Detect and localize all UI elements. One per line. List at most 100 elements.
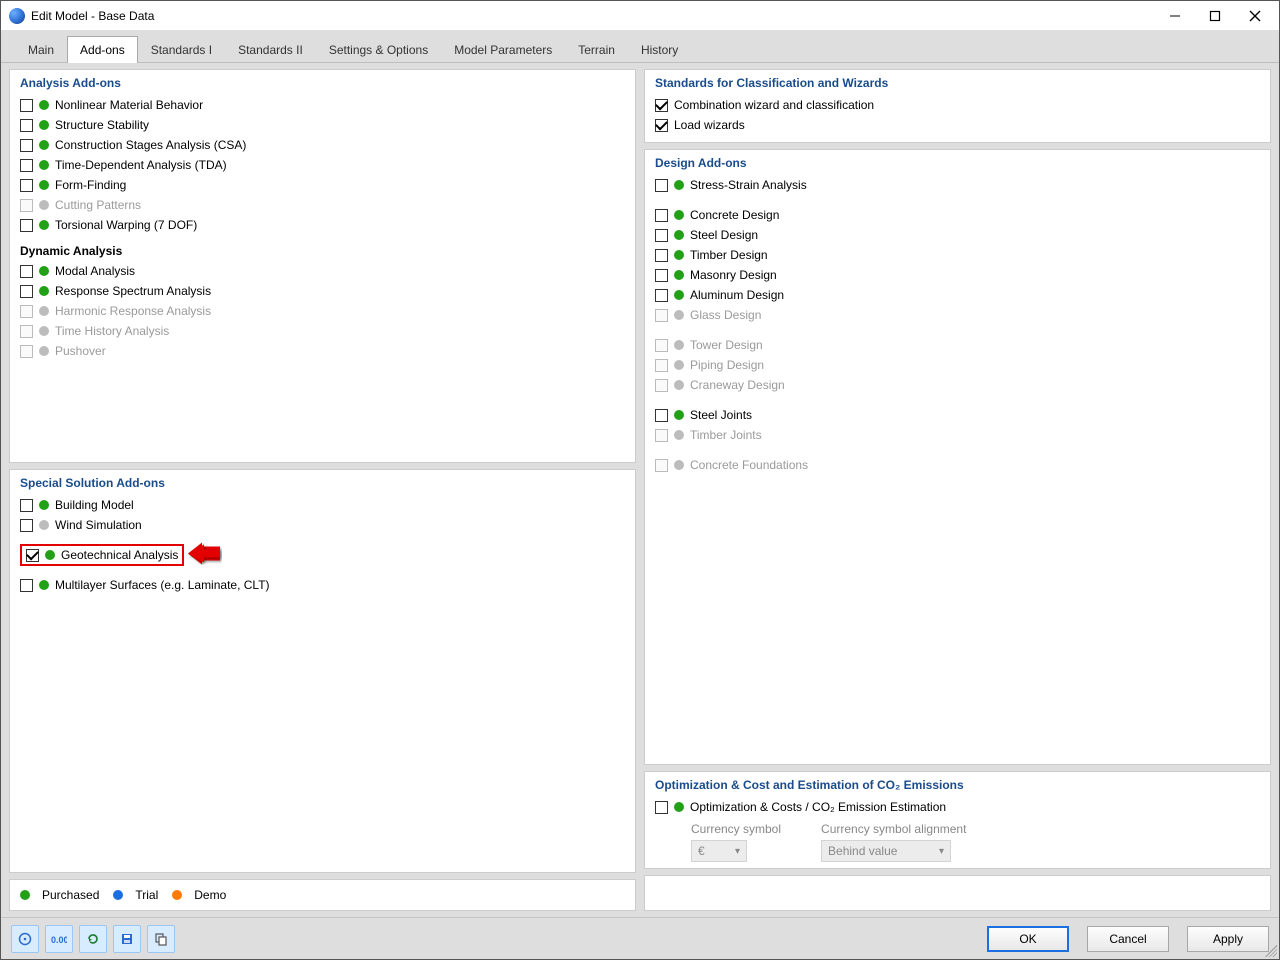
- addon-row: Steel Joints: [655, 406, 1260, 424]
- status-dot-icon: [39, 180, 49, 190]
- checkbox[interactable]: [655, 179, 668, 192]
- status-dot-icon: [674, 250, 684, 260]
- checkbox[interactable]: [26, 549, 39, 562]
- addon-row: Form-Finding: [20, 176, 625, 194]
- checkbox[interactable]: [20, 179, 33, 192]
- status-dot-icon: [674, 380, 684, 390]
- checkbox[interactable]: [655, 119, 668, 132]
- checkbox: [655, 339, 668, 352]
- tab-standards-i[interactable]: Standards I: [138, 36, 225, 63]
- checkbox[interactable]: [655, 249, 668, 262]
- checkbox[interactable]: [655, 209, 668, 222]
- addon-label: Cutting Patterns: [55, 198, 141, 212]
- arrow-annotation-icon: [188, 543, 222, 568]
- checkbox: [20, 199, 33, 212]
- checkbox[interactable]: [20, 579, 33, 592]
- app-icon: [9, 8, 25, 24]
- addon-row-geotechnical: Geotechnical Analysis: [20, 546, 625, 564]
- analysis-addons-title: Analysis Add-ons: [20, 76, 625, 90]
- checkbox[interactable]: [20, 499, 33, 512]
- checkbox[interactable]: [655, 409, 668, 422]
- addon-label: Tower Design: [690, 338, 763, 352]
- tab-main[interactable]: Main: [15, 36, 67, 63]
- cancel-button[interactable]: Cancel: [1087, 926, 1169, 952]
- addon-label: Timber Design: [690, 248, 768, 262]
- checkbox[interactable]: [20, 519, 33, 532]
- status-dot-icon: [39, 200, 49, 210]
- refresh-button[interactable]: [79, 925, 107, 953]
- addon-row: Modal Analysis: [20, 262, 625, 280]
- standards-title: Standards for Classification and Wizards: [655, 76, 1260, 90]
- addon-row: Response Spectrum Analysis: [20, 282, 625, 300]
- addon-row: Optimization & Costs / CO₂ Emission Esti…: [655, 798, 1260, 816]
- chevron-down-icon: ▾: [939, 846, 944, 857]
- checkbox[interactable]: [20, 219, 33, 232]
- status-dot-icon: [39, 286, 49, 296]
- checkbox: [20, 345, 33, 358]
- status-dot-icon: [39, 346, 49, 356]
- tab-standards-ii[interactable]: Standards II: [225, 36, 316, 63]
- status-dot-icon: [674, 310, 684, 320]
- status-dot-icon: [39, 306, 49, 316]
- checkbox[interactable]: [20, 119, 33, 132]
- checkbox: [655, 309, 668, 322]
- close-button[interactable]: [1235, 2, 1275, 30]
- apply-button[interactable]: Apply: [1187, 926, 1269, 952]
- addon-row: Wind Simulation: [20, 516, 625, 534]
- checkbox[interactable]: [655, 289, 668, 302]
- minimize-button[interactable]: [1155, 2, 1195, 30]
- checkbox[interactable]: [655, 99, 668, 112]
- checkbox[interactable]: [655, 229, 668, 242]
- addon-label: Building Model: [55, 498, 134, 512]
- addon-label: Time-Dependent Analysis (TDA): [55, 158, 227, 172]
- checkbox[interactable]: [20, 159, 33, 172]
- tab-model-parameters[interactable]: Model Parameters: [441, 36, 565, 63]
- resize-grip-icon[interactable]: [1265, 945, 1277, 957]
- copy-button[interactable]: [147, 925, 175, 953]
- addon-row: Stress-Strain Analysis: [655, 176, 1260, 194]
- checkbox[interactable]: [655, 269, 668, 282]
- select-value: €: [698, 844, 705, 858]
- select-value: Behind value: [828, 844, 897, 858]
- tab-addons[interactable]: Add-ons: [67, 36, 138, 63]
- checkbox[interactable]: [20, 139, 33, 152]
- checkbox[interactable]: [20, 99, 33, 112]
- tab-settings-options[interactable]: Settings & Options: [316, 36, 441, 63]
- status-dot-icon: [674, 410, 684, 420]
- checkbox[interactable]: [20, 265, 33, 278]
- ok-button[interactable]: OK: [987, 926, 1069, 952]
- highlight-annotation: Geotechnical Analysis: [20, 544, 184, 566]
- status-dot-icon: [674, 270, 684, 280]
- addon-row: Time-Dependent Analysis (TDA): [20, 156, 625, 174]
- addon-row: Building Model: [20, 496, 625, 514]
- addon-label: Structure Stability: [55, 118, 149, 132]
- status-dot-icon: [39, 326, 49, 336]
- maximize-button[interactable]: [1195, 2, 1235, 30]
- tab-terrain[interactable]: Terrain: [565, 36, 628, 63]
- help-button[interactable]: [11, 925, 39, 953]
- status-dot-icon: [674, 360, 684, 370]
- tab-history[interactable]: History: [628, 36, 691, 63]
- addon-label: Response Spectrum Analysis: [55, 284, 211, 298]
- checkbox[interactable]: [20, 285, 33, 298]
- status-dot-icon: [39, 580, 49, 590]
- status-dot-icon: [39, 266, 49, 276]
- status-dot-icon: [45, 550, 55, 560]
- legend-label: Demo: [194, 888, 226, 902]
- save-default-button[interactable]: [113, 925, 141, 953]
- right-footer-spacer: [644, 875, 1271, 911]
- addon-row: Steel Design: [655, 226, 1260, 244]
- addon-row: Cutting Patterns: [20, 196, 625, 214]
- addon-row: Construction Stages Analysis (CSA): [20, 136, 625, 154]
- addon-row: Pushover: [20, 342, 625, 360]
- addon-row: Timber Design: [655, 246, 1260, 264]
- legend: Purchased Trial Demo: [9, 879, 636, 911]
- checkbox[interactable]: [655, 801, 668, 814]
- status-dot-icon: [674, 230, 684, 240]
- addon-row: Concrete Foundations: [655, 456, 1260, 474]
- addon-row: Nonlinear Material Behavior: [20, 96, 625, 114]
- addon-label: Torsional Warping (7 DOF): [55, 218, 197, 232]
- checkbox: [655, 379, 668, 392]
- dynamic-analysis-subhead: Dynamic Analysis: [20, 244, 625, 258]
- units-button[interactable]: 0.00: [45, 925, 73, 953]
